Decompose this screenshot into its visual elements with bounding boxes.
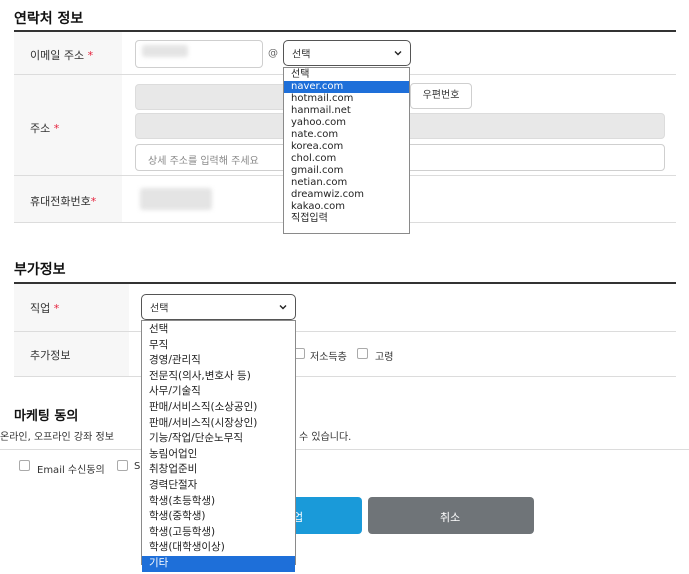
job-option[interactable]: 판매/서비스직(소상공인) [142, 400, 295, 416]
email-domain-option[interactable]: gmail.com [284, 165, 409, 177]
email-domain-option[interactable]: korea.com [284, 141, 409, 153]
marketing-section-title: 마케팅 동의 [14, 409, 79, 424]
email-id-input[interactable] [135, 40, 263, 68]
job-option[interactable]: 기능/작업/단순노무직 [142, 431, 295, 447]
email-domain-dropdown[interactable]: 선택 naver.com hotmail.com hanmail.net yah… [283, 67, 410, 234]
email-domain-option[interactable]: hanmail.net [284, 105, 409, 117]
job-option[interactable]: 농림어업인 [142, 447, 295, 463]
at-sign: @ [268, 48, 278, 59]
job-option[interactable]: 기타 [142, 555, 295, 572]
job-option[interactable]: 판매/서비스직(시장상인) [142, 416, 295, 432]
email-domain-option[interactable]: hotmail.com [284, 93, 409, 105]
job-option[interactable]: 경력단절자 [142, 478, 295, 494]
email-consent-label: Email 수신동의 [37, 465, 105, 476]
job-select[interactable]: 선택 [141, 294, 296, 320]
email-id-redacted [142, 45, 188, 57]
extra-info-label: 추가정보 [30, 349, 71, 362]
low-income-label: 저소득층 [310, 352, 347, 363]
job-option[interactable]: 경영/관리직 [142, 353, 295, 369]
email-domain-option[interactable]: 선택 [284, 69, 409, 81]
job-option[interactable]: 무직 [142, 338, 295, 354]
job-option[interactable]: 학생(대학생이상) [142, 540, 295, 556]
job-option[interactable]: 사무/기술직 [142, 384, 295, 400]
detail-address-placeholder: 상세 주소를 입력해 주세요 [148, 156, 259, 167]
job-dropdown[interactable]: 선택 무직 경영/관리직 전문직(의사,변호사 등) 사무/기술직 판매/서비스… [141, 320, 296, 572]
address-label: 주소 * [30, 122, 60, 135]
email-domain-option[interactable]: kakao.com [284, 201, 409, 213]
email-domain-option[interactable]: nate.com [284, 129, 409, 141]
marketing-divider [0, 449, 689, 450]
contact-section-title: 연락처 정보 [14, 11, 84, 27]
email-domain-option[interactable]: naver.com [284, 81, 409, 93]
email-domain-select-value: 선택 [292, 49, 311, 61]
marketing-description-left: 온라인, 오프라인 강좌 정보 [0, 432, 114, 443]
email-domain-option[interactable]: netian.com [284, 177, 409, 189]
email-domain-option[interactable]: yahoo.com [284, 117, 409, 129]
job-option[interactable]: 학생(중학생) [142, 509, 295, 525]
email-domain-option[interactable]: dreamwiz.com [284, 189, 409, 201]
marketing-description-right: 수 있습니다. [299, 432, 352, 443]
email-domain-select[interactable]: 선택 [283, 40, 411, 66]
extra-section-title: 부가정보 [14, 262, 66, 278]
elderly-checkbox[interactable] [357, 348, 368, 359]
elderly-label: 고령 [375, 352, 394, 363]
phone-label: 휴대전화번호* [30, 195, 97, 208]
phone-redacted [140, 188, 212, 210]
chevron-down-icon [394, 51, 402, 56]
job-option[interactable]: 선택 [142, 322, 295, 338]
job-select-value: 선택 [150, 303, 169, 315]
email-consent-checkbox[interactable] [19, 460, 30, 471]
job-option[interactable]: 학생(초등학생) [142, 494, 295, 510]
cancel-button-label: 취소 [440, 511, 461, 524]
postcode-button[interactable]: 우편번호 [410, 83, 472, 109]
job-label: 직업 * [30, 302, 60, 315]
email-label: 이메일 주소 * [30, 49, 94, 62]
email-domain-option[interactable]: chol.com [284, 153, 409, 165]
sms-consent-checkbox[interactable] [117, 460, 128, 471]
job-option[interactable]: 취창업준비 [142, 462, 295, 478]
job-option[interactable]: 학생(고등학생) [142, 525, 295, 541]
job-option[interactable]: 전문직(의사,변호사 등) [142, 369, 295, 385]
sms-consent-label: S [134, 461, 141, 472]
cancel-button[interactable]: 취소 [368, 497, 534, 534]
email-domain-option[interactable]: 직접입력 [284, 213, 409, 225]
row-divider [14, 376, 676, 377]
chevron-down-icon [279, 305, 287, 310]
